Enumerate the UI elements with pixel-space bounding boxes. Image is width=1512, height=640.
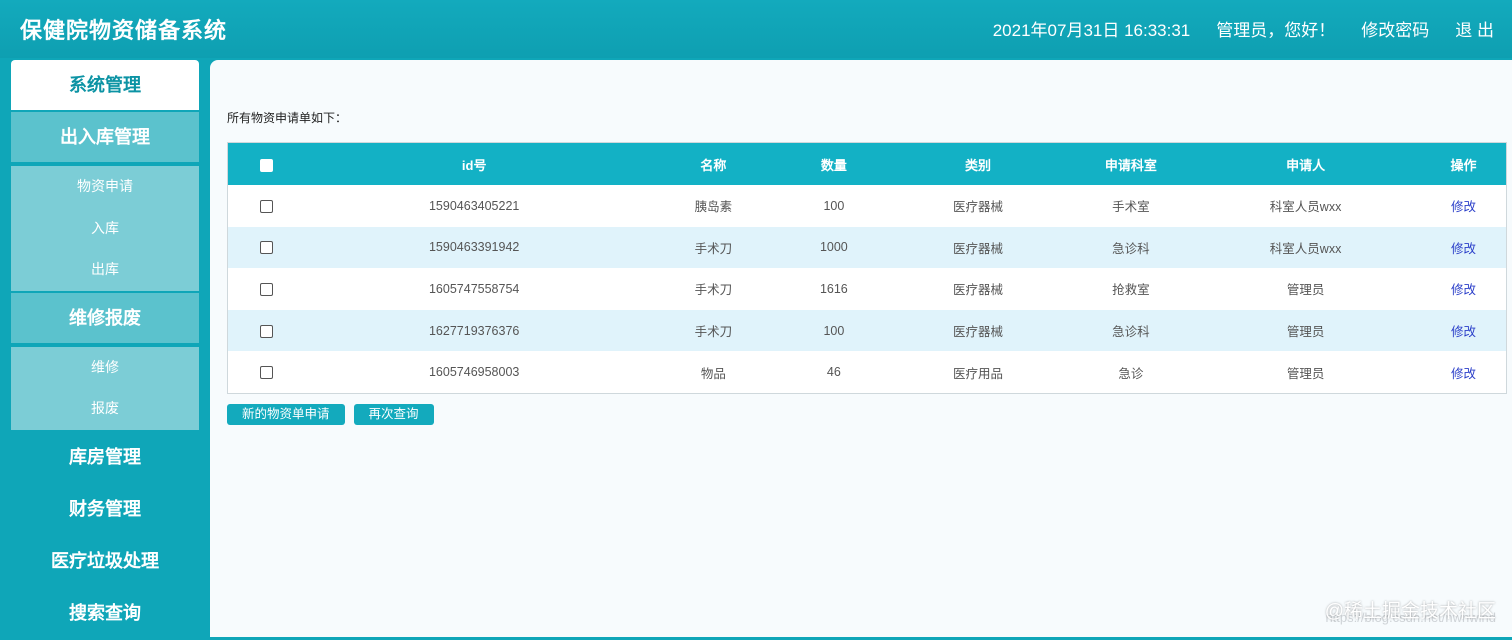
- cell-dept: 抢救室: [1112, 283, 1150, 298]
- sidebar-item-inout-management[interactable]: 出入库管理: [11, 112, 199, 162]
- table-row: 1627719376376 手术刀 100 医疗器械 急诊科 管理员 修改: [228, 309, 1506, 352]
- cell-qty: 1000: [819, 240, 848, 255]
- cell-name: 物品: [700, 366, 726, 381]
- col-header-operation: 操作: [1450, 157, 1477, 173]
- sidebar-item-finance[interactable]: 财务管理: [11, 483, 199, 534]
- cell-category: 医疗器械: [953, 325, 1004, 340]
- sidebar-item-repair-scrap[interactable]: 维修报废: [11, 292, 199, 343]
- cell-name: 手术刀: [694, 325, 733, 340]
- cell-dept: 急诊科: [1112, 325, 1150, 340]
- cell-id: 1605747558754: [428, 281, 520, 296]
- table-header-row: id号 名称 数量 类别 申请科室 申请人 操作: [228, 143, 1506, 185]
- cell-qty: 100: [823, 198, 845, 213]
- table-row: 1605746958003 物品 46 医疗用品 急诊 管理员 修改: [228, 351, 1506, 393]
- edit-link[interactable]: 修改: [1451, 242, 1476, 256]
- table-row: 1590463391942 手术刀 1000 医疗器械 急诊科 科室人员wxx …: [228, 226, 1506, 269]
- sidebar-item-search[interactable]: 搜索查询: [11, 587, 199, 638]
- header-right: 2021年07月31日 16:33:31 管理员，您好！ 修改密码 退 出: [967, 16, 1494, 41]
- cell-qty: 100: [823, 323, 845, 338]
- cell-id: 1605746958003: [428, 365, 520, 380]
- col-header-dept: 申请科室: [1104, 157, 1157, 173]
- cell-category: 医疗器械: [953, 283, 1004, 298]
- edit-link[interactable]: 修改: [1451, 367, 1476, 381]
- top-bar: 保健院物资储备系统 2021年07月31日 16:33:31 管理员，您好！ 修…: [0, 0, 1512, 58]
- sidebar: 系统管理 出入库管理 物资申请 入库 出库 维修报废 维修 报废 库房管理 财务…: [0, 58, 210, 638]
- row-checkbox[interactable]: [260, 283, 274, 297]
- edit-link[interactable]: 修改: [1451, 283, 1476, 297]
- cell-applicant: 管理员: [1286, 325, 1325, 340]
- datetime-display: 2021年07月31日 16:33:31: [992, 21, 1191, 40]
- cell-applicant: 科室人员wxx: [1269, 200, 1342, 215]
- requests-table: id号 名称 数量 类别 申请科室 申请人 操作 1590463405221 胰…: [227, 142, 1507, 394]
- table-row: 1590463405221 胰岛素 100 医疗器械 手术室 科室人员wxx 修…: [228, 185, 1506, 227]
- query-again-button[interactable]: 再次查询: [353, 404, 434, 425]
- col-header-category: 类别: [965, 157, 992, 173]
- cell-name: 胰岛素: [694, 200, 733, 215]
- cell-category: 医疗器械: [953, 241, 1004, 256]
- cell-qty: 1616: [819, 281, 848, 296]
- sidebar-item-system-management[interactable]: 系统管理: [11, 60, 199, 110]
- sidebar-item-stock-out[interactable]: 出库: [11, 249, 199, 291]
- row-checkbox[interactable]: [260, 366, 274, 380]
- sidebar-item-warehouse[interactable]: 库房管理: [11, 431, 199, 482]
- new-request-button[interactable]: 新的物资单申请: [227, 404, 345, 425]
- main-content: 所有物资申请单如下： id号 名称 数量 类别 申请科室 申请人 操作 1590…: [210, 60, 1512, 637]
- sidebar-item-medical-waste[interactable]: 医疗垃圾处理: [11, 535, 199, 586]
- sidebar-item-repair[interactable]: 维修: [11, 347, 199, 389]
- cell-id: 1590463405221: [428, 198, 520, 213]
- change-password-link[interactable]: 修改密码: [1361, 16, 1429, 41]
- row-checkbox[interactable]: [260, 324, 274, 338]
- col-header-applicant: 申请人: [1286, 157, 1326, 173]
- cell-category: 医疗用品: [953, 366, 1004, 381]
- cell-category: 医疗器械: [953, 200, 1004, 215]
- intro-text: 所有物资申请单如下：: [227, 111, 348, 125]
- cell-dept: 急诊科: [1112, 241, 1150, 256]
- cell-id: 1590463391942: [428, 240, 520, 255]
- col-header-id: id号: [461, 157, 487, 173]
- cell-dept: 急诊: [1118, 366, 1144, 381]
- table-row: 1605747558754 手术刀 1616 医疗器械 抢救室 管理员 修改: [228, 268, 1506, 310]
- cell-applicant: 科室人员wxx: [1269, 241, 1342, 256]
- cell-qty: 46: [826, 365, 841, 380]
- cell-name: 手术刀: [694, 241, 733, 256]
- edit-link[interactable]: 修改: [1451, 325, 1476, 339]
- logout-link[interactable]: 退 出: [1455, 16, 1494, 41]
- action-buttons: 新的物资单申请 再次查询: [227, 404, 443, 425]
- row-checkbox[interactable]: [260, 241, 274, 255]
- submenu-repair: 维修 报废: [11, 346, 199, 430]
- cell-id: 1627719376376: [428, 323, 520, 338]
- edit-link[interactable]: 修改: [1451, 200, 1476, 214]
- select-all-checkbox[interactable]: [260, 158, 274, 172]
- col-header-name: 名称: [700, 157, 727, 173]
- submenu-inout: 物资申请 入库 出库: [11, 166, 199, 291]
- cell-applicant: 管理员: [1286, 283, 1325, 298]
- cell-name: 手术刀: [694, 283, 733, 298]
- sidebar-item-scrap[interactable]: 报废: [11, 388, 199, 430]
- watermark: @稀土掘金技术社区: [1324, 601, 1496, 622]
- app-title: 保健院物资储备系统: [20, 18, 228, 43]
- cell-dept: 手术室: [1112, 200, 1150, 215]
- sidebar-item-stock-in[interactable]: 入库: [11, 208, 199, 250]
- row-checkbox[interactable]: [260, 199, 274, 213]
- col-header-qty: 数量: [820, 157, 847, 173]
- sidebar-item-material-request[interactable]: 物资申请: [11, 166, 199, 208]
- user-greeting: 管理员，您好！: [1216, 21, 1336, 40]
- cell-applicant: 管理员: [1286, 366, 1325, 381]
